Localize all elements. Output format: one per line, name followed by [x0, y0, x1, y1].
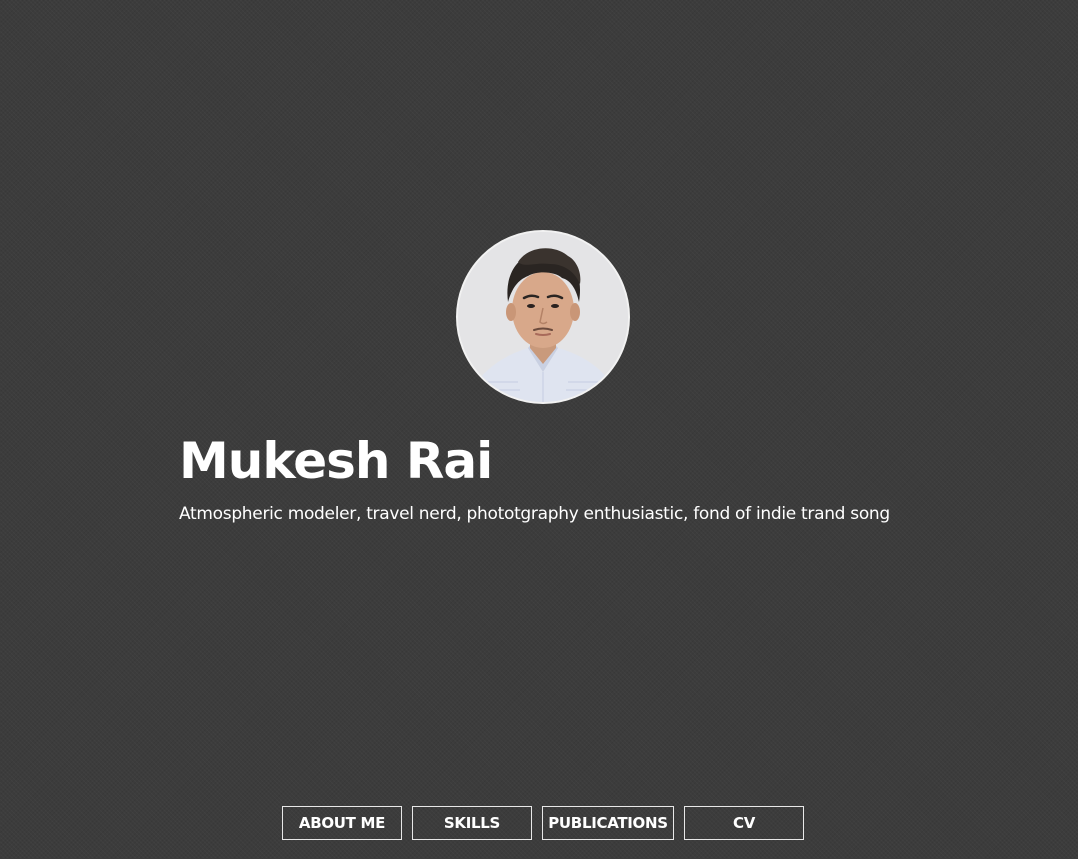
profile-name: Mukesh Rai — [179, 432, 493, 490]
profile-photo-icon — [458, 232, 628, 402]
publications-button[interactable]: PUBLICATIONS — [542, 806, 674, 840]
cv-button[interactable]: CV — [684, 806, 804, 840]
about-me-button[interactable]: ABOUT ME — [282, 806, 402, 840]
profile-tagline: Atmospheric modeler, travel nerd, photot… — [179, 504, 890, 524]
profile-avatar — [456, 230, 630, 404]
hero-section: Mukesh Rai Atmospheric modeler, travel n… — [0, 0, 1078, 859]
section-nav: ABOUT ME SKILLS PUBLICATIONS CV — [282, 806, 804, 840]
skills-button[interactable]: SKILLS — [412, 806, 532, 840]
